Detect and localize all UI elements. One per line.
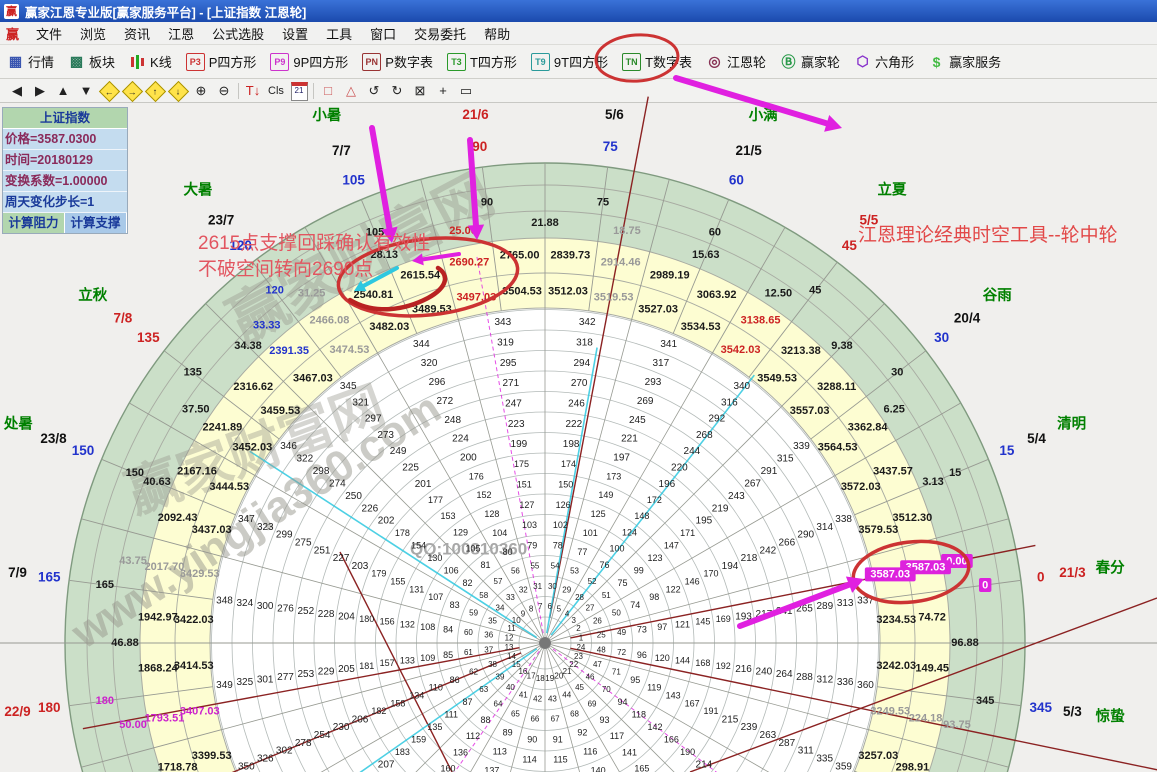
panel-row-1: 时间=20180129 [3,150,127,171]
p-table-icon: PN [362,53,381,71]
menu-交易委托[interactable]: 交易委托 [405,27,475,42]
support-annotation: 2615点支撑回踩确认有效性 不破空间转向2690点 [198,231,430,283]
t-square-label: T四方形 [470,52,517,71]
cls-button[interactable]: Cls [267,85,285,97]
kline-icon [129,54,146,70]
drawing-toolbar: ◀ ▶ ▲ ▼ ← → ↑ ↓ ⊕ ⊖ T↓ Cls 21 □ △ ↺ ↻ ⊠ + ▭ [0,79,1157,103]
p-square-icon: P3 [186,53,205,71]
winner-wheel-label: 赢家轮 [801,52,840,71]
kline-label: K线 [150,52,172,71]
forward-button[interactable]: ▶ [31,83,49,99]
rotate-cw-button[interactable]: ↻ [388,83,406,99]
toolbar-p-square-button[interactable]: P3P四方形 [179,49,264,75]
winner-wheel-icon: Ⓑ [780,54,797,70]
9p-square-label: 9P四方形 [293,52,348,71]
panel-row-3: 周天变化步长=1 [3,192,127,213]
toolbar-winner-service-button[interactable]: $赢家服务 [921,49,1008,75]
t-square-icon: T3 [447,53,466,71]
menu-公式选股[interactable]: 公式选股 [203,27,273,42]
pan-left-button[interactable]: ← [100,82,118,99]
instrument-name: 上证指数 [3,108,127,129]
back-button[interactable]: ◀ [8,83,26,99]
panel-row-2: 变换系数=1.00000 [3,171,127,192]
toolbar-9t-square-button[interactable]: T99T四方形 [524,49,615,75]
toolbar-t-square-button[interactable]: T3T四方形 [440,49,524,75]
gann-wheel-label: 江恩轮 [727,52,766,71]
menu-帮助[interactable]: 帮助 [475,27,519,42]
t-table-icon: TN [622,53,641,71]
toolbar-winner-wheel-button[interactable]: Ⓑ赢家轮 [773,49,847,75]
toolbar-9p-square-button[interactable]: P99P四方形 [263,49,355,75]
toolbar-hexagon-button[interactable]: ⬡六角形 [847,49,921,75]
triangle-tool-button[interactable]: △ [342,83,360,99]
chart-area: 上证指数 价格=3587.0300时间=20180129变换系数=1.00000… [0,103,1157,772]
up-button[interactable]: ▲ [54,83,72,98]
toolbar-quotes-button[interactable]: ▦行情 [0,49,61,75]
title-bar: 赢 赢家江恩专业版[赢家服务平台] - [上证指数 江恩轮] [0,0,1157,22]
down-button[interactable]: ▼ [77,83,95,98]
calendar-button[interactable]: 21 [290,81,308,101]
toolbar-sectors-button[interactable]: ▩板块 [61,49,122,75]
delete-box-button[interactable]: ⊠ [411,83,429,99]
gann-wheel-icon: ◎ [706,54,723,70]
9p-square-icon: P9 [270,53,289,71]
toolbar-t-table-button[interactable]: TNT数字表 [615,49,699,75]
zoom-out-button[interactable]: ⊖ [215,83,233,99]
sectors-label: 板块 [89,52,115,71]
hexagon-label: 六角形 [875,52,914,71]
zoom-in-button[interactable]: ⊕ [192,83,210,99]
9t-square-label: 9T四方形 [554,52,608,71]
t-table-label: T数字表 [645,52,692,71]
window-title: 赢家江恩专业版[赢家服务平台] - [上证指数 江恩轮] [25,2,306,21]
toolbar-kline-button[interactable]: K线 [122,49,179,75]
menu-资讯[interactable]: 资讯 [115,27,159,42]
menu-bar: 赢 文件浏览资讯江恩公式选股设置工具窗口交易委托帮助 [0,22,1157,45]
quotes-icon: ▦ [7,54,24,70]
menu-窗口[interactable]: 窗口 [361,27,405,42]
toolbar-gann-wheel-button[interactable]: ◎江恩轮 [699,49,773,75]
计算阻力-button[interactable]: 计算阻力 [3,213,65,233]
main-toolbar: ▦行情▩板块K线P3P四方形P99P四方形PNP数字表T3T四方形T99T四方形… [0,45,1157,79]
tool-name-annotation: 江恩理论经典时空工具--轮中轮 [858,220,1118,247]
winner-service-icon: $ [928,54,945,70]
toolbar-separator [313,83,314,99]
hexagon-icon: ⬡ [854,54,871,70]
menu-设置[interactable]: 设置 [273,27,317,42]
toolbar-p-table-button[interactable]: PNP数字表 [355,49,440,75]
p-square-label: P四方形 [209,52,257,71]
screen-button[interactable]: ▭ [457,83,475,99]
pan-right-button[interactable]: → [123,82,141,99]
p-table-label: P数字表 [385,52,433,71]
quotes-label: 行情 [28,52,54,71]
rect-tool-button[interactable]: □ [319,83,337,98]
fit-button[interactable]: + [434,83,452,98]
pan-up-button[interactable]: ↑ [146,82,164,99]
rotate-ccw-button[interactable]: ↺ [365,83,383,99]
menu-工具[interactable]: 工具 [317,27,361,42]
menu-江恩[interactable]: 江恩 [159,27,203,42]
time-line-button[interactable]: T↓ [244,83,262,98]
winner-service-label: 赢家服务 [949,52,1001,71]
menu-logo: 赢 [0,24,27,43]
panel-row-0: 价格=3587.0300 [3,129,127,150]
计算支撑-button[interactable]: 计算支撑 [65,213,127,233]
pan-down-button[interactable]: ↓ [169,82,187,99]
menu-文件[interactable]: 文件 [27,27,71,42]
app-icon: 赢 [4,4,19,19]
toolbar-separator [238,83,239,99]
parameter-panel: 上证指数 价格=3587.0300时间=20180129变换系数=1.00000… [2,107,128,234]
9t-square-icon: T9 [531,53,550,71]
menu-浏览[interactable]: 浏览 [71,27,115,42]
sectors-icon: ▩ [68,54,85,70]
